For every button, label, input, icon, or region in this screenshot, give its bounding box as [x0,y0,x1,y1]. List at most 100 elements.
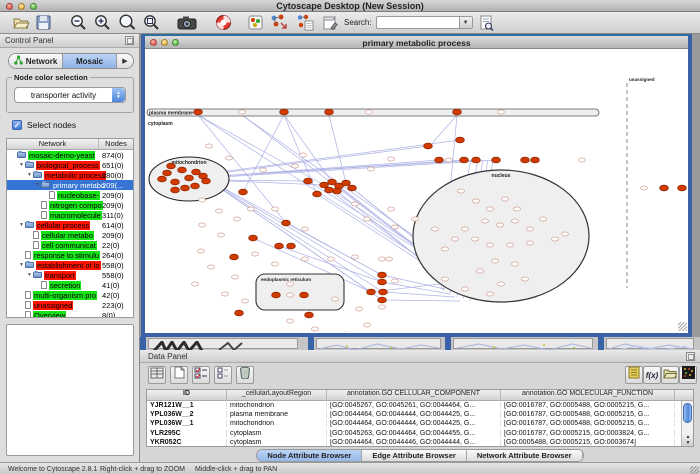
graph-node[interactable] [462,227,469,231]
graph-node[interactable] [388,207,395,211]
attribute-editor-button[interactable] [148,366,166,384]
zoom-fit-button[interactable] [117,13,137,33]
graph-node-selected[interactable] [460,157,469,163]
attribute-table[interactable]: ID _cellularLayoutRegion annotation.GO C… [146,389,694,447]
graph-node-selected[interactable] [378,297,387,303]
graph-node[interactable] [302,257,309,261]
graph-node[interactable] [366,110,373,114]
graph-node[interactable] [364,323,371,327]
graph-node-selected[interactable] [305,312,314,318]
graph-node-selected[interactable] [275,243,284,249]
graph-node[interactable] [498,282,505,286]
table-row[interactable]: YKR052Ccytoplasm[GO:0044464, GO:0044446,… [147,438,693,447]
tree-row-unassigned[interactable]: unassigned223(0) [7,300,133,310]
zoom-in-button[interactable] [93,13,112,33]
attribute-matrix-button[interactable] [679,366,697,384]
graph-node-selected[interactable] [333,188,342,194]
app-resize-grip[interactable] [690,466,699,474]
graph-node-selected[interactable] [379,289,388,295]
tree-row-macromolecule[interactable]: macromolecule311(0) [7,210,133,220]
network-window-titlebar[interactable]: primary metabolic process [145,36,688,49]
search-input[interactable] [376,16,460,29]
graph-node-selected[interactable] [367,289,376,295]
graph-node-selected[interactable] [424,143,433,149]
color-attribute-dropdown[interactable]: transporter activity ▲▼ [14,87,126,103]
tree-row-biological-process[interactable]: ▼biological_process651(0) [7,160,133,170]
graph-node[interactable] [287,282,294,286]
table-row[interactable]: YPL036W__2plasma membrane[GO:0044464, GO… [147,410,693,419]
unselect-attributes-button[interactable] [214,366,232,384]
tab-edge-attribute-browser[interactable]: Edge Attribute Browser [362,450,466,461]
graph-node-selected[interactable] [456,137,465,143]
tab-overflow-arrow[interactable]: ▶ [117,54,133,68]
graph-node[interactable] [562,232,569,236]
app-titlebar[interactable]: Cytoscape Desktop (New Session) [0,0,700,12]
table-row[interactable]: YJR121W__1mitochondrion[GO:0045267, GO:0… [147,401,693,410]
zoom-selected-button[interactable] [142,13,161,33]
graph-node[interactable] [364,217,371,221]
graph-node-selected[interactable] [185,175,194,181]
tree-row-nitrogen-compo[interactable]: nitrogen compo209(0) [7,200,133,210]
graph-node[interactable] [552,237,559,241]
birds-eye-view[interactable] [6,324,134,456]
graph-node-selected[interactable] [342,180,351,186]
graph-node[interactable] [579,158,586,162]
graph-node-selected[interactable] [167,163,176,169]
graph-node[interactable] [452,237,459,241]
graph-node[interactable] [222,292,229,296]
graph-node-selected[interactable] [300,292,309,298]
graph-node[interactable] [512,262,519,266]
graph-node[interactable] [242,299,249,303]
vizmapper-button[interactable] [248,13,263,33]
graph-node-selected[interactable] [191,183,200,189]
network-from-file-button[interactable] [296,13,315,33]
graph-node[interactable] [497,223,504,227]
tab-network-attribute-browser[interactable]: Network Attribute Browser [467,450,583,461]
background-window[interactable] [148,338,298,349]
graph-node[interactable] [248,207,255,211]
tree-row-nucleobase-[interactable]: nucleobase-209(0) [7,190,133,200]
table-row[interactable]: YLR295Ccytoplasm[GO:0045263, GO:0044464,… [147,429,693,438]
graph-node[interactable] [502,197,509,201]
tree-row-metabolic-process[interactable]: ▼metabolic process280(0) [7,170,133,180]
graph-node[interactable] [492,259,499,263]
tree-row-transport[interactable]: ▼transport558(0) [7,270,133,280]
graph-node[interactable] [292,164,299,168]
graph-node-selected[interactable] [230,254,239,260]
tree-col-nodes[interactable]: Nodes [99,139,133,149]
graph-node[interactable] [352,255,359,259]
graph-node-selected[interactable] [235,310,244,316]
tree-row-response-to-stimulu[interactable]: response to stimulu264(0) [7,250,133,260]
graph-node[interactable] [392,279,399,283]
graph-node[interactable] [432,227,439,231]
graph-edge[interactable] [428,115,457,148]
graph-node[interactable] [239,110,246,114]
graph-node-selected[interactable] [163,170,172,176]
network-tree-header[interactable]: Network Nodes [7,139,133,150]
graph-node-selected[interactable] [171,187,180,193]
zoom-out-button[interactable] [69,13,88,33]
graph-node-selected[interactable] [272,292,281,298]
graph-node-selected[interactable] [194,109,203,115]
graph-node[interactable] [487,243,494,247]
data-panel-float-icon[interactable] [686,352,695,361]
graph-node-selected[interactable] [348,185,357,191]
graph-node[interactable] [482,219,489,223]
graph-node-selected[interactable] [181,185,190,191]
graph-node-selected[interactable] [492,157,501,163]
graph-node[interactable] [332,297,339,301]
graph-node-selected[interactable] [280,109,289,115]
snapshot-button[interactable] [177,13,197,33]
select-attributes-button[interactable] [192,366,210,384]
graph-node[interactable] [473,199,480,203]
background-window[interactable] [316,338,441,349]
table-row[interactable]: YPL036W__1mitochondrion[GO:0044464, GO:0… [147,419,693,428]
graph-node[interactable] [462,287,469,291]
float-panel-icon[interactable] [125,36,134,45]
tree-row-primary-metabo[interactable]: ▼primary metabo209(... [7,180,133,190]
graph-node[interactable] [260,168,267,172]
graph-node[interactable] [540,217,547,221]
col-region[interactable]: _cellularLayoutRegion [227,390,327,400]
graph-node[interactable] [412,217,419,221]
tab-node-attribute-browser[interactable]: Node Attribute Browser [257,450,362,461]
